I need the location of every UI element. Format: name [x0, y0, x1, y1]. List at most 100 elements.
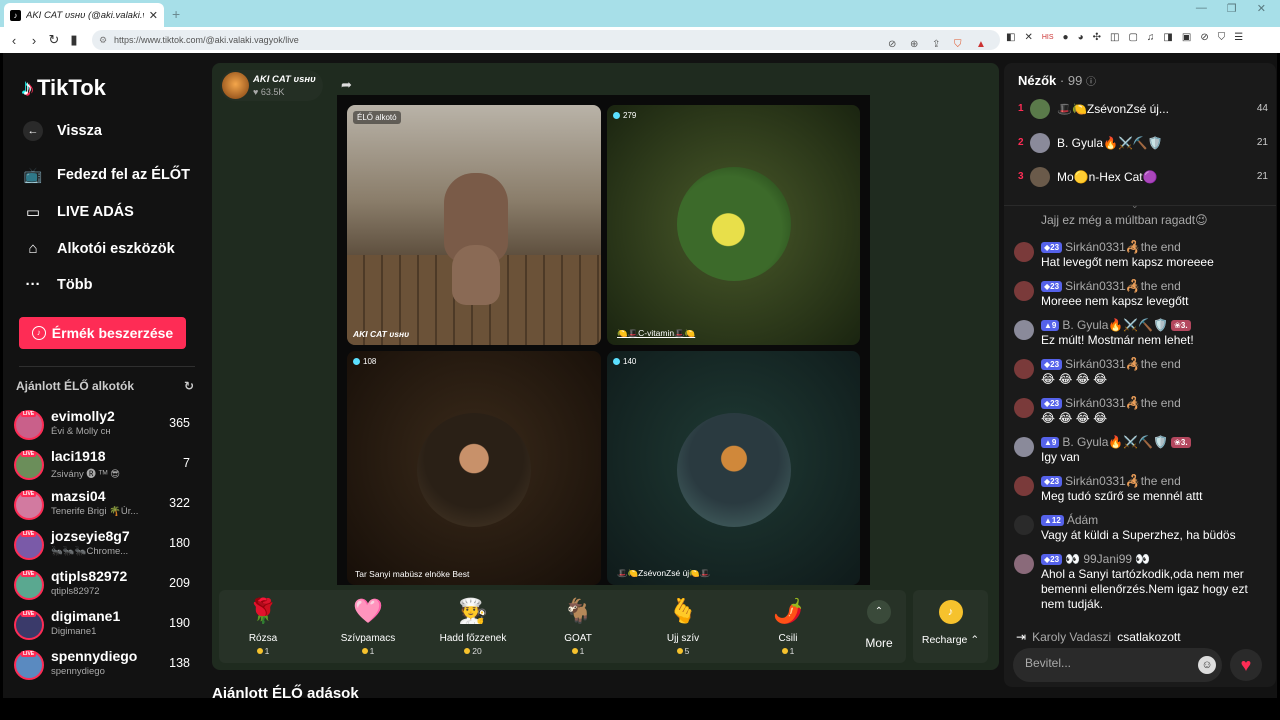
creator-avatar: LIVE: [14, 530, 44, 560]
gift-item[interactable]: 🐐 GOAT 1: [536, 590, 620, 663]
info-icon[interactable]: ⓘ: [1086, 77, 1096, 88]
extension-icon[interactable]: ◫: [1110, 32, 1119, 44]
forward-arrow-icon[interactable]: ›: [24, 33, 44, 48]
nav-creator-tools[interactable]: ⌂ Alkotói eszközök: [23, 240, 174, 257]
nav-explore-live[interactable]: 📺 Fedezd fel az ÉLŐT: [23, 166, 190, 184]
back-button[interactable]: ← Vissza: [23, 121, 102, 141]
maximize-icon[interactable]: ❐: [1227, 2, 1237, 15]
extension-icon[interactable]: ✕: [1024, 32, 1032, 44]
sidebar-icon[interactable]: ◨: [1163, 32, 1172, 44]
host-chip[interactable]: AKI CAT ᴜsʜᴜ ♥ 63.5K: [220, 70, 323, 101]
nav-go-live[interactable]: ▭ LIVE ADÁS: [23, 203, 134, 221]
level-badge: ▲12: [1041, 514, 1064, 526]
top-viewer-row[interactable]: 1 🎩🍋ZsévonZsé új... 44: [1018, 98, 1268, 122]
recommended-creator-row[interactable]: LIVE laci1918 Zsivány 🅡 ᵀᴹ 😎 7: [14, 446, 192, 484]
brave-shield-icon[interactable]: ⛉: [954, 35, 962, 55]
nav-more[interactable]: ··· Több: [23, 276, 93, 293]
video-cell-guest[interactable]: 140 🎩🍋ZsévonZsé új🍋🎩: [607, 351, 860, 585]
message-header: ▲9 B. Gyula🔥⚔️⛏️🛡️ ❀3.: [1041, 435, 1191, 449]
music-icon[interactable]: ♫: [1147, 32, 1155, 44]
share-arrow-icon[interactable]: ➦: [341, 77, 352, 93]
gift-icon: 🐐: [563, 598, 593, 625]
close-window-icon[interactable]: ✕: [1257, 2, 1266, 15]
top-viewer-row[interactable]: 3 Mo🟡n-Hex Cat🟣 21: [1018, 166, 1268, 190]
rewards-icon[interactable]: ▲: [976, 35, 986, 55]
emoji-icon[interactable]: ☺: [1198, 656, 1216, 674]
level-badge: ▲9: [1041, 436, 1060, 448]
tiktok-live-page: ♪ TikTok ← Vissza 📺 Fedezd fel az ÉLŐT ▭…: [3, 53, 1277, 698]
creator-avatar: LIVE: [14, 610, 44, 640]
recommended-creator-row[interactable]: LIVE digimane1 Digimane1 190: [14, 606, 192, 644]
gift-item[interactable]: 🫰 Ujj szív 5: [641, 590, 725, 663]
creator-name: mazsi04: [51, 488, 106, 504]
creator-name: spennydiego: [51, 648, 138, 664]
browser-tab[interactable]: ♪ AKI CAT ᴜsʜᴜ (@aki.valaki.va ✕: [4, 3, 164, 27]
chat-input[interactable]: [1025, 656, 1195, 670]
cell-caption: Tar Sanyi mabüsz elnöke Best: [355, 569, 470, 579]
recommended-creator-row[interactable]: LIVE evimolly2 Évi & Molly ᴄʜ 365: [14, 406, 192, 444]
extension-icon[interactable]: ▢: [1128, 32, 1137, 44]
new-tab-button[interactable]: +: [172, 6, 180, 22]
recommended-creator-row[interactable]: LIVE jozseyie8g7 🐜🐜🐜Chrome... 180: [14, 526, 192, 564]
close-tab-icon[interactable]: ✕: [149, 9, 158, 22]
gift-item[interactable]: 🌶️ Csili 1: [746, 590, 830, 663]
recommended-creator-row[interactable]: LIVE mazsi04 Tenerife Brigi 🌴Úr... 322: [14, 486, 192, 524]
bookmark-icon[interactable]: ▮: [64, 32, 84, 48]
viewer-name: 🎩🍋ZsévonZsé új...: [1057, 102, 1169, 116]
extension-icon[interactable]: ◕: [1078, 32, 1084, 44]
chevron-down-icon[interactable]: ⌄: [1131, 200, 1139, 211]
extension-icon[interactable]: ◧: [1006, 32, 1015, 44]
like-heart-button[interactable]: ♥: [1230, 649, 1262, 681]
logo-text: TikTok: [37, 75, 106, 100]
creator-avatar: LIVE: [14, 570, 44, 600]
message-header: ◆23 Sirkán0331🦂the end: [1041, 240, 1181, 254]
extension-icon[interactable]: ⊘: [1200, 32, 1208, 44]
gift-icon: 🌶️: [773, 598, 803, 625]
gift-price: 1: [536, 646, 620, 656]
gift-icon: 🫰: [668, 598, 698, 625]
video-cell-guest[interactable]: 108 Tar Sanyi mabüsz elnöke Best: [347, 351, 601, 585]
tiktok-logo[interactable]: ♪ TikTok: [22, 75, 106, 101]
more-gifts-button[interactable]: ⌃ More: [859, 600, 899, 650]
minimize-icon[interactable]: —: [1196, 2, 1207, 15]
puzzle-icon[interactable]: ✣: [1093, 32, 1101, 44]
chevron-up-icon: ⌃: [867, 600, 891, 624]
gift-item[interactable]: 🩷 Szívpamacs 1: [326, 590, 410, 663]
get-coins-button[interactable]: ♪ Érmék beszerzése: [19, 317, 186, 349]
gift-item[interactable]: 🧑‍🍳 Hadd főzzenek 20: [431, 590, 515, 663]
viewers-header[interactable]: Nézők · 99 ⓘ: [1018, 73, 1096, 88]
recommended-creator-row[interactable]: LIVE qtipls82972 qtipls82972 209: [14, 566, 192, 604]
message-user: Sirkán0331🦂the end: [1065, 396, 1181, 410]
guest-avatar-circle: [677, 167, 791, 281]
share-page-icon[interactable]: ⇪: [932, 35, 940, 55]
nav-label: Több: [57, 276, 93, 293]
creator-nickname: Tenerife Brigi 🌴Úr...: [51, 506, 139, 517]
viewer-dot-icon: [613, 112, 620, 119]
message-header: ◆23 Sirkán0331🦂the end: [1041, 357, 1181, 371]
menu-icon[interactable]: ☰: [1234, 32, 1243, 44]
video-cell-guest[interactable]: 279 🍋🎩C-vitamin🎩🍋: [607, 105, 860, 345]
vpn-icon[interactable]: ⛉: [1218, 32, 1226, 44]
video-cell-host[interactable]: ÉLŐ alkotó AKI CAT ᴜsʜᴜ: [347, 105, 601, 345]
reload-icon[interactable]: ↻: [44, 32, 64, 48]
extension-icon[interactable]: HIS: [1042, 32, 1054, 44]
gift-item[interactable]: 🌹 Rózsa 1: [221, 590, 305, 663]
site-info-icon[interactable]: ⚙: [99, 30, 107, 50]
level-badge: ◆23: [1041, 397, 1063, 409]
top-viewer-row[interactable]: 2 B. Gyula🔥⚔️⛏️🛡️ 21: [1018, 132, 1268, 156]
extension-icon[interactable]: ●: [1063, 32, 1069, 44]
creator-viewer-count: 365: [169, 416, 190, 430]
refresh-icon[interactable]: ↻: [184, 379, 194, 393]
viewer-name: B. Gyula🔥⚔️⛏️🛡️: [1057, 136, 1163, 150]
translate-icon[interactable]: ⊘: [888, 35, 896, 55]
zoom-icon[interactable]: ⊕: [910, 35, 918, 55]
wallet-icon[interactable]: ▣: [1182, 32, 1191, 44]
recommended-creator-row[interactable]: LIVE spennydiego spennydiego 138: [14, 646, 192, 684]
window-controls: — ❐ ✕: [1196, 2, 1280, 15]
gift-price-value: 20: [472, 646, 482, 656]
creator-nickname: spennydiego: [51, 666, 105, 677]
recharge-button[interactable]: ♪ Recharge ⌃: [913, 590, 988, 663]
url-field[interactable]: ⚙ https://www.tiktok.com/@aki.valaki.vag…: [92, 30, 1000, 50]
more-label: More: [865, 636, 893, 650]
back-arrow-icon[interactable]: ‹: [4, 33, 24, 48]
